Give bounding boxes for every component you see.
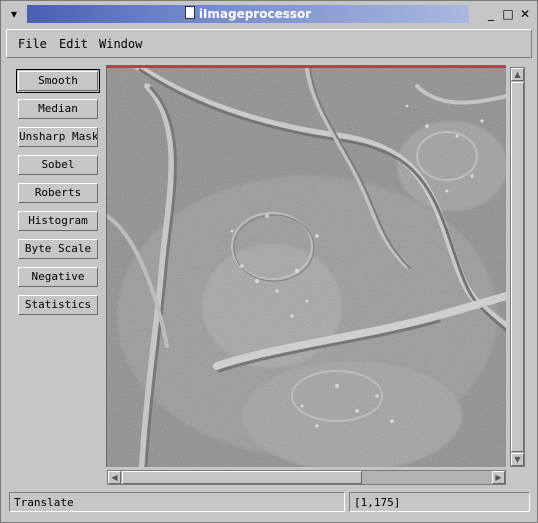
menu-bar: File Edit Window	[6, 29, 532, 58]
menu-window[interactable]: Window	[99, 37, 142, 51]
median-button[interactable]: Median	[18, 99, 98, 119]
smooth-button[interactable]: Smooth	[16, 69, 100, 93]
window-menu-icon[interactable]: ▾	[4, 4, 24, 24]
roberts-button[interactable]: Roberts	[18, 183, 98, 203]
app-window: ▾ iImageprocessor _ □ ✕ File Edit Window…	[0, 0, 538, 523]
vertical-scroll-thumb[interactable]	[511, 82, 524, 452]
scroll-down-icon[interactable]: ▼	[511, 453, 524, 466]
scroll-left-icon[interactable]: ◀	[108, 471, 121, 484]
window-title: iImageprocessor	[27, 5, 469, 23]
sobel-button[interactable]: Sobel	[18, 155, 98, 175]
document-icon	[184, 6, 195, 19]
title-bar[interactable]: ▾ iImageprocessor _ □ ✕	[1, 1, 537, 27]
status-mode: Translate	[9, 492, 345, 512]
horizontal-scrollbar[interactable]: ◀ ▶	[107, 470, 506, 485]
horizontal-scroll-thumb[interactable]	[122, 471, 362, 484]
negative-button[interactable]: Negative	[18, 267, 98, 287]
cell-image	[107, 66, 506, 467]
close-icon[interactable]: ✕	[515, 4, 535, 24]
window-title-text: iImageprocessor	[198, 7, 312, 21]
menu-edit[interactable]: Edit	[59, 37, 88, 51]
unsharp-mask-button[interactable]: Unsharp Mask	[18, 127, 98, 147]
canvas-top-line	[107, 66, 506, 68]
vertical-scrollbar[interactable]: ▲ ▼	[510, 67, 525, 467]
scroll-up-icon[interactable]: ▲	[511, 68, 524, 81]
image-canvas[interactable]	[106, 65, 506, 467]
status-coords: [1,175]	[349, 492, 530, 512]
byte-scale-button[interactable]: Byte Scale	[18, 239, 98, 259]
statistics-button[interactable]: Statistics	[18, 295, 98, 315]
menu-file[interactable]: File	[18, 37, 47, 51]
title-gradient[interactable]: iImageprocessor	[27, 5, 469, 23]
scroll-right-icon[interactable]: ▶	[492, 471, 505, 484]
histogram-button[interactable]: Histogram	[18, 211, 98, 231]
